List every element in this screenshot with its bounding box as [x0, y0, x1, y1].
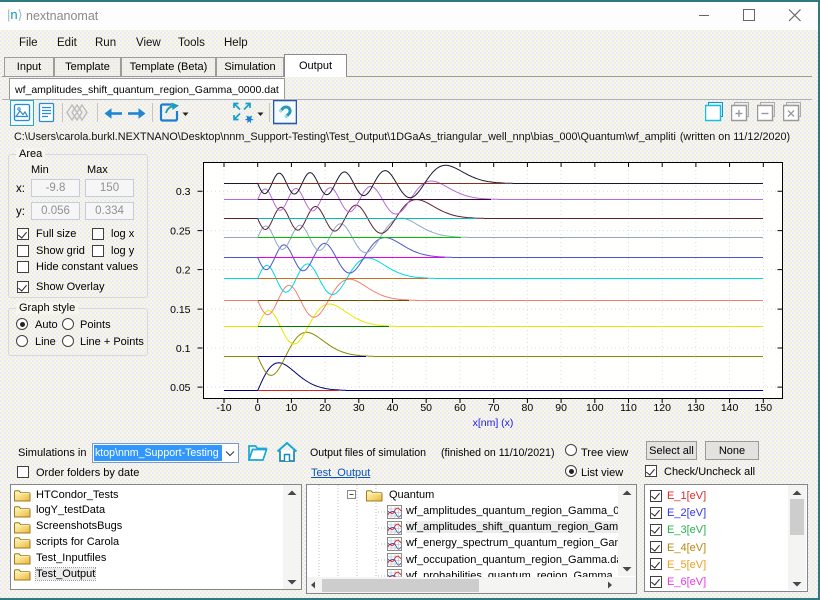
svg-text:10: 10 [286, 402, 298, 414]
svg-text:120: 120 [653, 402, 671, 414]
svg-text:0: 0 [255, 402, 261, 414]
svg-text:150: 150 [755, 402, 773, 414]
svg-text:110: 110 [620, 402, 637, 414]
svg-text:140: 140 [721, 402, 739, 414]
svg-text:0.15: 0.15 [170, 304, 191, 316]
svg-text:60: 60 [454, 402, 466, 414]
svg-text:x[nm] (x): x[nm] (x) [473, 417, 514, 429]
svg-text:80: 80 [522, 402, 534, 414]
svg-text:0.05: 0.05 [170, 382, 191, 394]
svg-text:-10: -10 [216, 402, 231, 414]
svg-text:20: 20 [319, 402, 331, 414]
svg-text:30: 30 [353, 402, 365, 414]
svg-text:90: 90 [555, 402, 567, 414]
svg-text:100: 100 [586, 402, 604, 414]
svg-text:0.25: 0.25 [170, 225, 191, 237]
svg-text:0.1: 0.1 [176, 343, 191, 355]
svg-text:130: 130 [687, 402, 705, 414]
svg-text:0.3: 0.3 [176, 186, 191, 198]
svg-text:40: 40 [387, 402, 399, 414]
svg-text:70: 70 [488, 402, 500, 414]
svg-text:50: 50 [420, 402, 432, 414]
svg-text:0.2: 0.2 [176, 264, 191, 276]
